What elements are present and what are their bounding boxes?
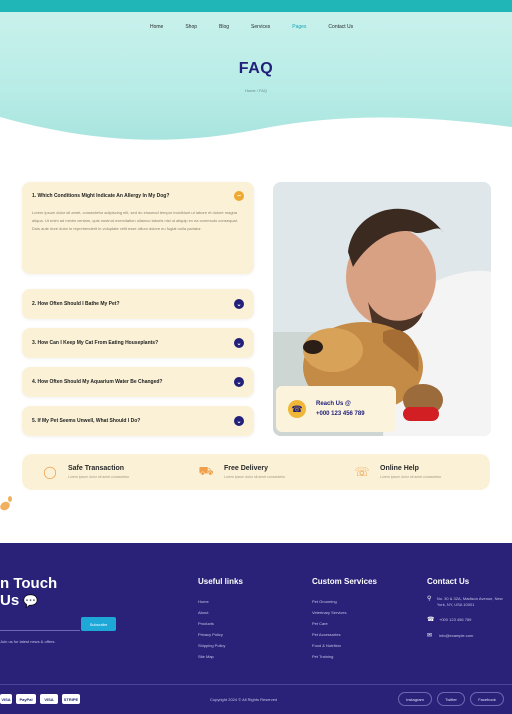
payment-visa-icon: VISA [40, 694, 58, 704]
faq-item[interactable]: 3. How Can I Keep My Cat From Eating Hou… [22, 328, 254, 358]
mail-icon: ✉ [427, 633, 433, 639]
feature-safe-transaction: ◯ Safe Transaction Lorem ipsum dolor sit… [22, 464, 178, 480]
useful-links-column: Useful links Home About Products Privacy… [198, 577, 243, 662]
feature-subtitle: Lorem ipsum dolor sit amet consectetur [68, 475, 130, 479]
footer-link[interactable]: Pet Accessories [312, 629, 377, 640]
reach-us-phone[interactable]: +000 123 456 789 [316, 411, 365, 417]
faq-item[interactable]: 5. If My Pet Seems Unwell, What Should I… [22, 406, 254, 436]
footer-link[interactable]: About [198, 607, 243, 618]
footer-heading-line1: n Touch [0, 575, 58, 592]
footer-divider [0, 684, 512, 685]
footer-heading-text: Us [0, 592, 20, 609]
phone-icon: ☎ [288, 400, 306, 418]
main-nav: Home Shop Blog Services Pages Contact Us [150, 24, 353, 30]
nav-item-pages[interactable]: Pages [292, 24, 306, 30]
location-pin-icon: ⚲ [427, 596, 432, 602]
chevron-up-icon[interactable]: − [234, 191, 244, 201]
newsletter-note: Join us for latest news & offers. [0, 639, 56, 644]
contact-phone[interactable]: ☎ +000 123 456 789 [427, 617, 509, 624]
footer-link[interactable]: Food & Nutrition [312, 640, 377, 651]
contact-address: ⚲ No. 30 & 32A, Madison Avenue, New York… [427, 596, 509, 608]
faq-item[interactable]: 4. How Often Should My Aquarium Water Be… [22, 367, 254, 397]
truck-icon: ⛟ [198, 464, 214, 478]
nav-item-home[interactable]: Home [150, 24, 163, 30]
footer-link[interactable]: Home [198, 596, 243, 607]
payment-stripe-icon: STRIPE [62, 694, 80, 704]
subscribe-button[interactable]: Subscribe [81, 617, 116, 631]
chevron-down-icon[interactable]: ⌄ [234, 299, 244, 309]
faq-item[interactable]: 2. How Often Should I Bathe My Pet? ⌄ [22, 289, 254, 319]
feature-subtitle: Lorem ipsum dolor sit amet consectetur [380, 475, 442, 479]
contact-phone-text[interactable]: +000 123 456 789 [439, 617, 471, 624]
shield-icon: ◯ [43, 465, 57, 479]
social-twitter-button[interactable]: Twitter [437, 692, 465, 706]
useful-links-title: Useful links [198, 577, 243, 586]
faq-answer: Lorem ipsum dolor sit amet, consectetur … [32, 210, 238, 231]
footer-heading-line2: Us 💬 [0, 593, 38, 609]
contact-email-text[interactable]: info@example.com [439, 633, 473, 640]
payment-paypal-icon: PayPal [16, 694, 36, 704]
feature-online-help: ☏ Online Help Lorem ipsum dolor sit amet… [334, 464, 490, 480]
feature-title: Online Help [380, 465, 419, 472]
payment-visa-icon: VISA [0, 694, 12, 704]
feature-free-delivery: ⛟ Free Delivery Lorem ipsum dolor sit am… [178, 464, 334, 480]
faq-question[interactable]: 5. If My Pet Seems Unwell, What Should I… [32, 418, 140, 424]
chevron-down-icon[interactable]: ⌄ [234, 338, 244, 348]
faq-question[interactable]: 3. How Can I Keep My Cat From Eating Hou… [32, 340, 158, 346]
contact-us-title: Contact Us [427, 577, 470, 586]
footer-link[interactable]: Pet Grooming [312, 596, 377, 607]
hero-wave-divider [0, 117, 512, 140]
reach-us-card[interactable]: ☎ Reach Us @ +000 123 456 789 [276, 386, 396, 432]
copyright-text: Copyright 2024 © All Rights Reserved [210, 697, 278, 702]
footer-link[interactable]: Site Map [198, 651, 243, 662]
page-title: FAQ [238, 60, 274, 77]
reach-us-label: Reach Us @ [316, 401, 351, 407]
footer-link[interactable]: Privacy Policy [198, 629, 243, 640]
footer-link[interactable]: Shipping Policy [198, 640, 243, 651]
nav-item-shop[interactable]: Shop [185, 24, 197, 30]
headset-icon: ☏ [354, 465, 370, 479]
feature-subtitle: Lorem ipsum dolor sit amet consectetur [224, 475, 286, 479]
faq-question[interactable]: 1. Which Conditions Might Indicate An Al… [32, 193, 169, 199]
paw-decoration-icon [0, 496, 12, 511]
contact-address-text: No. 30 & 32A, Madison Avenue, New York, … [436, 596, 503, 607]
chat-bubble-icon: 💬 [23, 594, 39, 608]
contact-email[interactable]: ✉ info@example.com [427, 633, 509, 640]
social-instagram-button[interactable]: Instagram [398, 692, 432, 706]
footer-link[interactable]: Products [198, 618, 243, 629]
social-facebook-button[interactable]: Facebook [470, 692, 504, 706]
features-strip: ◯ Safe Transaction Lorem ipsum dolor sit… [22, 454, 490, 490]
contact-us-column: Contact Us ⚲ No. 30 & 32A, Madison Avenu… [427, 577, 509, 649]
footer-link[interactable]: Veterinary Services [312, 607, 377, 618]
breadcrumb: Home / FAQ [244, 88, 267, 93]
footer-link[interactable]: Pet Care [312, 618, 377, 629]
custom-services-title: Custom Services [312, 577, 377, 586]
footer-link[interactable]: Pet Training [312, 651, 377, 662]
page-hero: Home Shop Blog Services Pages Contact Us… [0, 12, 512, 140]
chevron-down-icon[interactable]: ⌄ [234, 416, 244, 426]
top-announcement-bar [0, 0, 512, 12]
nav-item-services[interactable]: Services [251, 24, 270, 30]
custom-services-column: Custom Services Pet Grooming Veterinary … [312, 577, 377, 662]
nav-item-blog[interactable]: Blog [219, 24, 229, 30]
faq-question[interactable]: 2. How Often Should I Bathe My Pet? [32, 301, 120, 307]
newsletter-email-input[interactable] [0, 617, 80, 631]
nav-item-contact[interactable]: Contact Us [328, 24, 353, 30]
faq-item-open[interactable]: 1. Which Conditions Might Indicate An Al… [22, 182, 254, 274]
chevron-down-icon[interactable]: ⌄ [234, 377, 244, 387]
feature-title: Safe Transaction [68, 465, 125, 472]
faq-question[interactable]: 4. How Often Should My Aquarium Water Be… [32, 379, 162, 385]
feature-title: Free Delivery [224, 465, 268, 472]
phone-icon: ☎ [427, 617, 435, 623]
